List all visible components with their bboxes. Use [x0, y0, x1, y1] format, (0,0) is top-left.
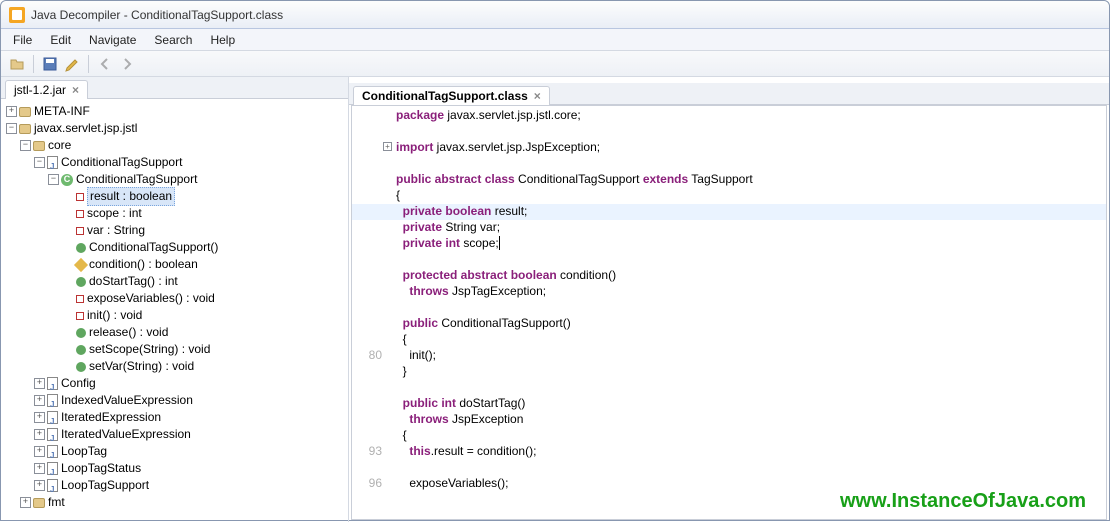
watermark: www.InstanceOfJava.com: [840, 490, 1086, 513]
tree-node-class[interactable]: −CConditionalTagSupport: [5, 171, 348, 188]
method-icon: [76, 312, 84, 320]
menu-navigate[interactable]: Navigate: [81, 31, 144, 49]
fold-icon[interactable]: +: [383, 142, 392, 151]
separator: [88, 55, 89, 73]
save-button[interactable]: [40, 54, 60, 74]
tree-node-condition[interactable]: condition() : boolean: [5, 256, 348, 273]
class-file-icon: [47, 156, 58, 169]
method-icon: [76, 345, 86, 355]
tree-node-looptag[interactable]: +LoopTag: [5, 443, 348, 460]
tree-node-ite[interactable]: +IteratedExpression: [5, 409, 348, 426]
class-file-icon: [47, 428, 58, 441]
package-icon: [33, 498, 45, 508]
tree-node-setvar[interactable]: setVar(String) : void: [5, 358, 348, 375]
tree-node-release[interactable]: release() : void: [5, 324, 348, 341]
field-icon: [76, 227, 84, 235]
editor-tab-label: ConditionalTagSupport.class: [362, 89, 528, 103]
nav-tab-label: jstl-1.2.jar: [14, 83, 66, 97]
separator: [33, 55, 34, 73]
window-title: Java Decompiler - ConditionalTagSupport.…: [31, 8, 283, 22]
edit-button[interactable]: [62, 54, 82, 74]
tree-node-ctor[interactable]: ConditionalTagSupport(): [5, 239, 348, 256]
code-editor[interactable]: package javax.servlet.jsp.jstl.core; +im…: [351, 105, 1107, 520]
menu-help[interactable]: Help: [202, 31, 243, 49]
tree-node-itve[interactable]: +IteratedValueExpression: [5, 426, 348, 443]
method-icon: [76, 328, 86, 338]
package-icon: [19, 107, 31, 117]
field-icon: [76, 210, 84, 218]
tree-node-field-scope[interactable]: scope : int: [5, 205, 348, 222]
method-icon: [76, 362, 86, 372]
tree-node-loopstatus[interactable]: +LoopTagStatus: [5, 460, 348, 477]
menu-file[interactable]: File: [5, 31, 40, 49]
tree-node-metainf[interactable]: +META-INF: [5, 103, 348, 120]
close-icon[interactable]: ×: [534, 89, 541, 103]
tree-node-dostarttag[interactable]: doStartTag() : int: [5, 273, 348, 290]
editor-tab[interactable]: ConditionalTagSupport.class ×: [353, 86, 550, 105]
tree-node-ive[interactable]: +IndexedValueExpression: [5, 392, 348, 409]
tree-node-config[interactable]: +Config: [5, 375, 348, 392]
tree-node-exposevars[interactable]: exposeVariables() : void: [5, 290, 348, 307]
method-icon: [76, 277, 86, 287]
back-button[interactable]: [95, 54, 115, 74]
class-file-icon: [47, 445, 58, 458]
editor-pane: ConditionalTagSupport.class × package ja…: [349, 77, 1109, 522]
forward-button[interactable]: [117, 54, 137, 74]
close-icon[interactable]: ×: [72, 83, 79, 97]
navigator-pane: jstl-1.2.jar × +META-INF −javax.servlet.…: [1, 77, 349, 522]
app-icon: [9, 7, 25, 23]
method-icon: [76, 295, 84, 303]
package-tree[interactable]: +META-INF −javax.servlet.jsp.jstl −core …: [1, 99, 348, 522]
method-icon: [76, 243, 86, 253]
nav-tabstrip: jstl-1.2.jar ×: [1, 77, 348, 99]
menu-edit[interactable]: Edit: [42, 31, 79, 49]
class-icon: C: [61, 174, 73, 186]
tree-node-init[interactable]: init() : void: [5, 307, 348, 324]
package-icon: [33, 141, 45, 151]
class-file-icon: [47, 411, 58, 424]
open-button[interactable]: [7, 54, 27, 74]
tree-node-root-pkg[interactable]: −javax.servlet.jsp.jstl: [5, 120, 348, 137]
class-file-icon: [47, 394, 58, 407]
tree-node-fmt[interactable]: +fmt: [5, 494, 348, 511]
class-file-icon: [47, 462, 58, 475]
tree-node-classfile[interactable]: −ConditionalTagSupport: [5, 154, 348, 171]
nav-tab[interactable]: jstl-1.2.jar ×: [5, 80, 88, 99]
tree-node-setscope[interactable]: setScope(String) : void: [5, 341, 348, 358]
tree-node-core[interactable]: −core: [5, 137, 348, 154]
method-icon: [74, 257, 88, 271]
menu-search[interactable]: Search: [146, 31, 200, 49]
toolbar: [1, 51, 1109, 77]
package-icon: [19, 124, 31, 134]
menubar: File Edit Navigate Search Help: [1, 29, 1109, 51]
class-file-icon: [47, 479, 58, 492]
content: jstl-1.2.jar × +META-INF −javax.servlet.…: [1, 77, 1109, 522]
tree-node-field-result[interactable]: result : boolean: [5, 188, 348, 205]
titlebar: Java Decompiler - ConditionalTagSupport.…: [1, 1, 1109, 29]
editor-tabstrip: ConditionalTagSupport.class ×: [349, 83, 1109, 105]
tree-node-loopsupport[interactable]: +LoopTagSupport: [5, 477, 348, 494]
class-file-icon: [47, 377, 58, 390]
field-icon: [76, 193, 84, 201]
tree-node-field-var[interactable]: var : String: [5, 222, 348, 239]
